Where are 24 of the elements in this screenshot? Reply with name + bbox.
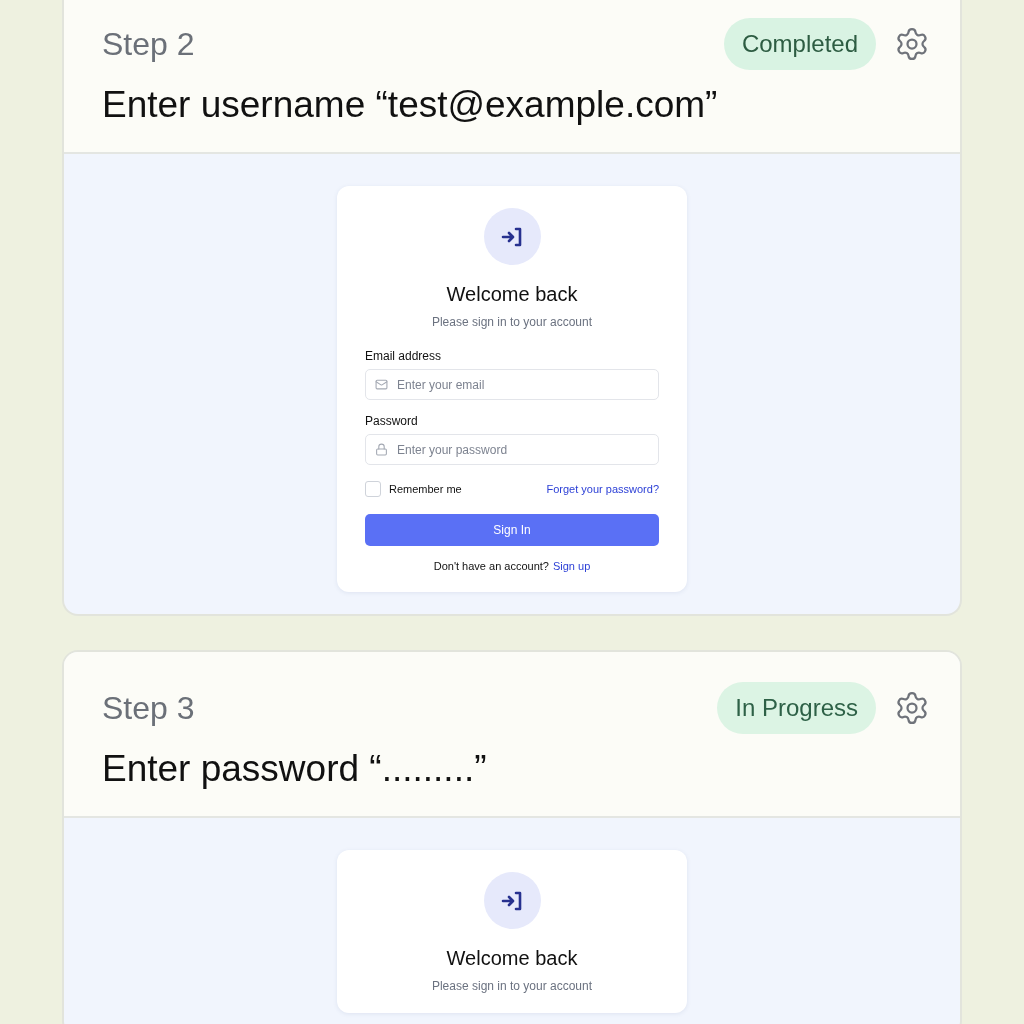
- signup-prompt: Don't have an account?: [433, 560, 549, 572]
- mail-icon: [375, 378, 388, 391]
- field-label: Email address: [365, 349, 442, 363]
- lock-icon: [375, 443, 388, 456]
- login-subtitle: Please sign in to your account: [431, 979, 593, 993]
- status-badge: Completed: [723, 18, 876, 70]
- remember-checkbox[interactable]: [365, 481, 381, 497]
- login-title: Welcome back: [446, 947, 578, 970]
- step-label: Step 2: [102, 25, 195, 63]
- login-title: Welcome back: [446, 283, 578, 306]
- settings-icon[interactable]: [894, 26, 930, 62]
- step-label: Step 3: [102, 689, 195, 727]
- step-title: Enter username “test@example.com”: [102, 84, 719, 126]
- sign-up-link[interactable]: Sign up: [552, 560, 591, 572]
- forgot-password-link[interactable]: Forget your password?: [546, 483, 659, 495]
- password-field[interactable]: Enter your password: [365, 434, 659, 465]
- remember-label: Remember me: [389, 483, 462, 495]
- step-title: Enter password “.........”: [102, 748, 488, 790]
- status-badge: In Progress: [717, 682, 876, 734]
- settings-icon[interactable]: [894, 690, 930, 726]
- sign-in-button[interactable]: Sign In: [365, 514, 659, 546]
- login-subtitle: Please sign in to your account: [431, 315, 593, 329]
- email-field[interactable]: Enter your email: [365, 369, 659, 400]
- field-label: Password: [365, 414, 418, 428]
